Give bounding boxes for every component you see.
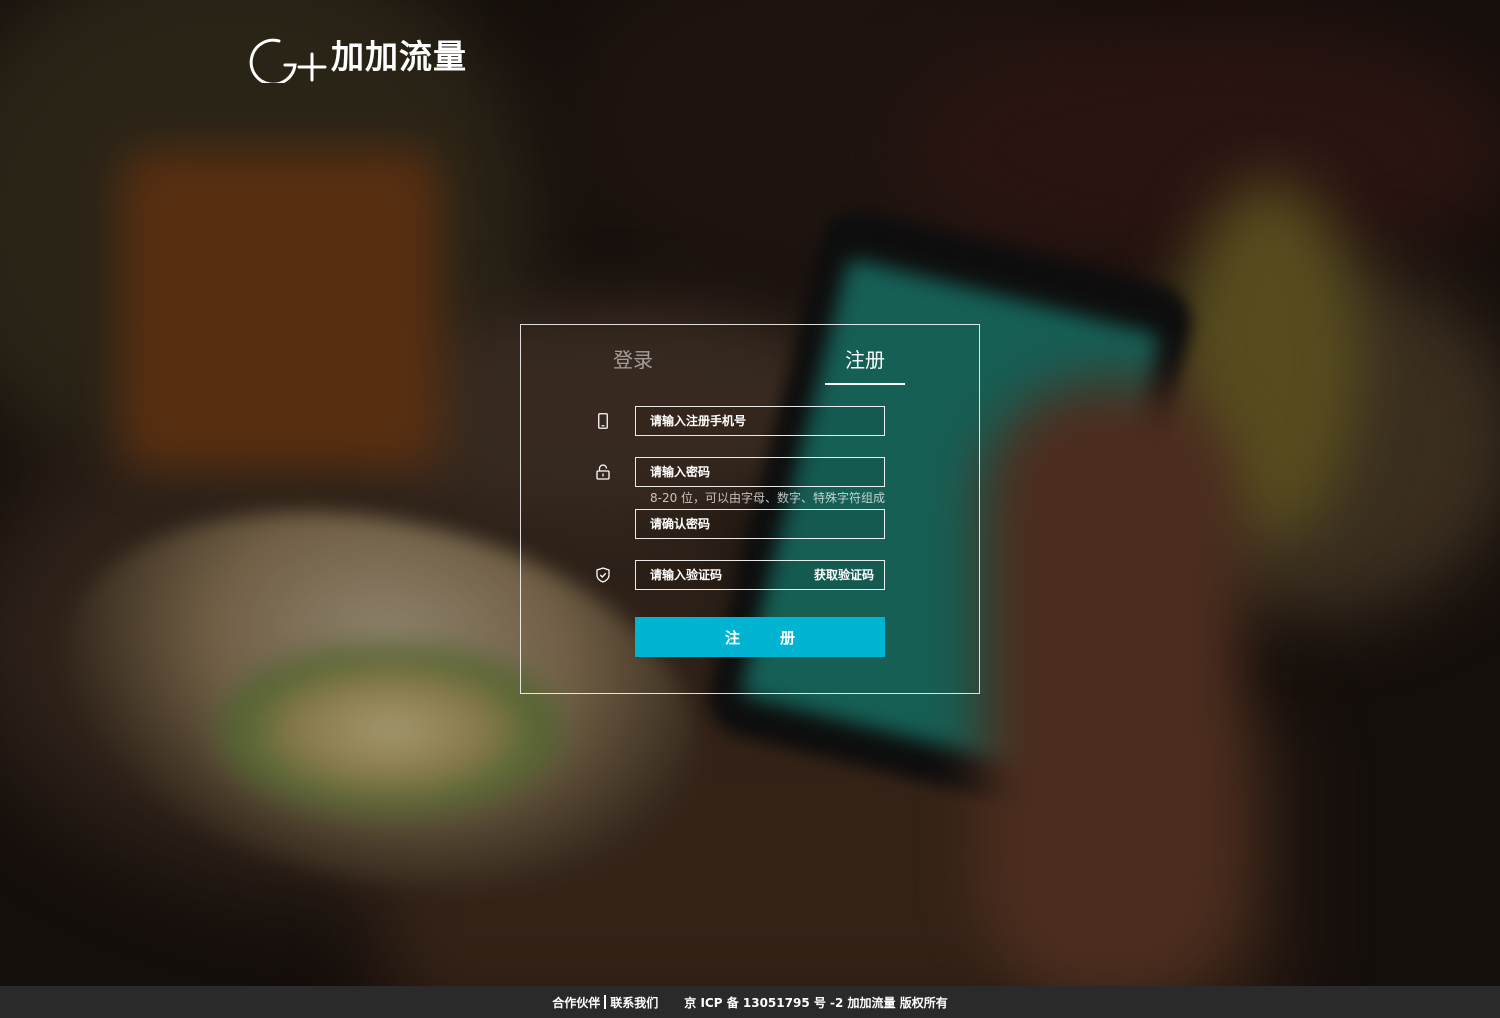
footer: 合作伙伴 联系我们 京 ICP 备 13051795 号 -2 加加流量 版权所… — [0, 986, 1500, 1018]
lock-icon — [595, 463, 611, 481]
footer-icp-text: 京 ICP 备 13051795 号 -2 加加流量 版权所有 — [684, 995, 948, 1010]
phone-field — [635, 406, 885, 436]
footer-divider — [604, 995, 607, 1009]
footer-link-partners[interactable]: 合作伙伴 — [552, 994, 600, 1011]
register-page: 加加流量 登录 注册 8-20 位，可以由字母、数字、特殊字符组成 — [0, 0, 1500, 1018]
register-button[interactable]: 注册 — [635, 617, 885, 657]
password-input[interactable] — [636, 458, 884, 486]
g-plus-logo-icon — [249, 31, 327, 83]
shield-check-icon — [595, 566, 611, 584]
brand-name: 加加流量 — [331, 37, 467, 76]
get-code-button[interactable]: 获取验证码 — [814, 561, 874, 589]
confirm-password-input[interactable] — [636, 510, 884, 538]
phone-input[interactable] — [636, 407, 884, 435]
verification-code-field: 获取验证码 — [635, 560, 885, 590]
password-field — [635, 457, 885, 487]
confirm-password-field — [635, 509, 885, 539]
tab-register[interactable]: 注册 — [825, 345, 905, 385]
footer-link-contact[interactable]: 联系我们 — [610, 994, 658, 1011]
tab-login[interactable]: 登录 — [593, 345, 673, 383]
register-panel: 登录 注册 8-20 位，可以由字母、数字、特殊字符组成 — [520, 324, 980, 694]
brand-logo[interactable]: 加加流量 — [249, 31, 467, 83]
mobile-phone-icon — [595, 412, 611, 430]
password-hint: 8-20 位，可以由字母、数字、特殊字符组成 — [650, 491, 886, 505]
